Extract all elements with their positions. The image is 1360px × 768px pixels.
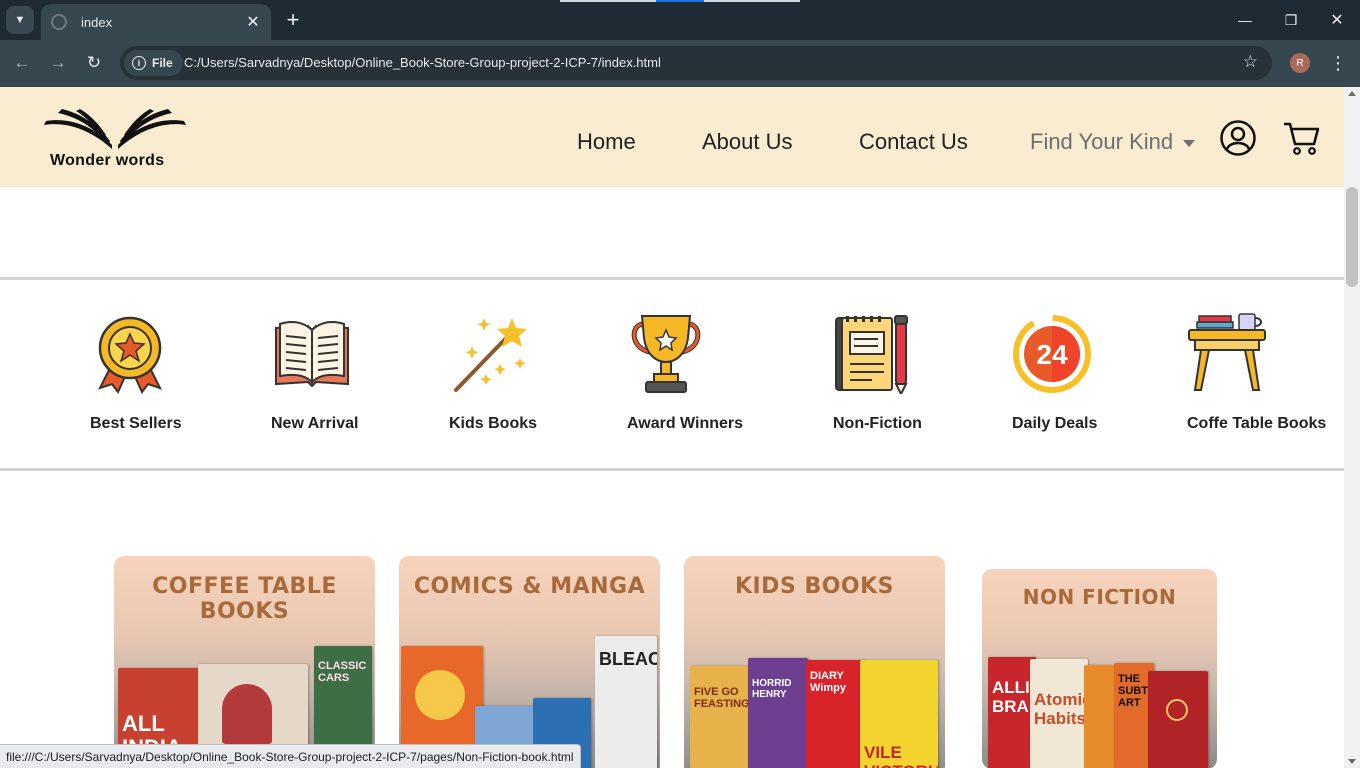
card-title: NON FICTION: [1022, 585, 1177, 609]
minimize-button[interactable]: —: [1233, 8, 1257, 32]
genre-card-kids-books[interactable]: KIDS BOOKS FIVE GO FEASTING HORRID HENRY D…: [684, 556, 945, 768]
book-cover: ALLI BRA: [988, 657, 1036, 768]
dropdown-label: Find Your Kind: [1030, 129, 1174, 154]
coffee-table-icon: [1188, 313, 1266, 391]
user-account-icon[interactable]: [1220, 120, 1256, 161]
browser-tab-bar: ▼ index ✕ + — ❐ ✕: [0, 0, 1360, 40]
genre-card-comics-manga[interactable]: COMICS & MANGA BLEACH: [399, 556, 660, 768]
trophy-icon: [631, 315, 701, 393]
category-label[interactable]: Award Winners: [627, 415, 743, 433]
info-icon: i: [132, 56, 146, 70]
browser-toolbar: ← → ↻ i File C:/Users/Sarvadnya/Desktop/…: [0, 40, 1360, 87]
link-status-bar: file:///C:/Users/Sarvadnya/Desktop/Onlin…: [0, 744, 581, 768]
bookmark-star-icon[interactable]: ☆: [1243, 52, 1258, 72]
forward-button[interactable]: →: [45, 50, 71, 76]
card-title: COFFEE TABLE BOOKS: [152, 574, 337, 624]
new-tab-button[interactable]: +: [281, 8, 305, 32]
svg-text:24: 24: [1036, 339, 1068, 370]
nav-home[interactable]: Home: [577, 129, 636, 155]
genre-card-coffee-table-books[interactable]: COFFEE TABLE BOOKS ALLINDIA WOMEN OF VIS…: [114, 556, 375, 768]
book-cover: BLEACH: [595, 636, 657, 768]
address-bar[interactable]: i File C:/Users/Sarvadnya/Desktop/Online…: [120, 46, 1272, 80]
category-best-sellers[interactable]: [40, 312, 220, 394]
category-award-winners[interactable]: [576, 312, 756, 394]
browser-tab[interactable]: index ✕: [41, 4, 271, 40]
notebook-pen-icon: [835, 315, 908, 394]
site-logo[interactable]: Wonder words: [40, 105, 190, 175]
scroll-down-icon[interactable]: [1348, 759, 1356, 764]
tab-strip-indicator-active: [656, 0, 704, 2]
category-label[interactable]: Kids Books: [449, 415, 537, 433]
profile-avatar[interactable]: R: [1290, 53, 1310, 73]
category-label[interactable]: Non-Fiction: [833, 415, 922, 433]
category-label[interactable]: Coffe Table Books: [1187, 415, 1326, 433]
tab-title: index: [81, 14, 113, 30]
book-cover: HORRID HENRY: [748, 658, 808, 768]
category-new-arrival[interactable]: [222, 312, 402, 394]
globe-icon: [51, 14, 67, 30]
status-url: file:///C:/Users/Sarvadnya/Desktop/Onlin…: [6, 749, 574, 764]
magic-wand-icon: [454, 318, 527, 392]
book-cover: VILEVICTORIANS: [860, 660, 938, 768]
logo-text: Wonder words: [50, 152, 165, 169]
tab-strip-indicator: [704, 0, 800, 2]
category-label[interactable]: Best Sellers: [90, 415, 182, 433]
book-cover: [1148, 671, 1208, 768]
open-book-logo-icon: [44, 109, 186, 149]
nav-about-us[interactable]: About Us: [702, 129, 793, 155]
nav-contact-us[interactable]: Contact Us: [859, 129, 968, 155]
shopping-cart-icon[interactable]: [1282, 120, 1320, 161]
category-coffee-table-books[interactable]: [1137, 312, 1317, 394]
close-tab-icon[interactable]: ✕: [243, 12, 263, 32]
restore-button[interactable]: ❐: [1279, 8, 1303, 32]
url-text[interactable]: C:/Users/Sarvadnya/Desktop/Online_Book-S…: [184, 55, 661, 70]
divider-top: [0, 277, 1344, 280]
divider-bottom: [0, 468, 1344, 471]
caret-down-icon: [1183, 139, 1196, 147]
site-info-chip[interactable]: i File: [124, 50, 183, 76]
reload-button[interactable]: ↻: [81, 50, 107, 76]
book-cover: FIVE GO FEASTING: [690, 666, 752, 768]
category-kids-books[interactable]: [400, 312, 580, 394]
category-label[interactable]: Daily Deals: [1012, 415, 1097, 433]
open-book-icon: [275, 321, 349, 388]
book-cover: DIARY Wimpy: [806, 660, 864, 768]
card-title: KIDS BOOKS: [734, 574, 895, 599]
scroll-up-icon[interactable]: [1348, 91, 1356, 96]
close-window-button[interactable]: ✕: [1325, 8, 1349, 32]
tab-strip-indicator: [560, 0, 656, 2]
medal-icon: [98, 316, 162, 394]
nav-find-your-kind-dropdown[interactable]: Find Your Kind: [1030, 129, 1196, 155]
category-non-fiction[interactable]: [782, 312, 962, 394]
page-scrollbar[interactable]: [1344, 87, 1360, 768]
book-cover: Atomic Habits: [1030, 659, 1088, 768]
genre-card-non-fiction[interactable]: NON FICTION ALLI BRA Atomic Habits THE SUBT…: [982, 569, 1217, 768]
site-header: Wonder words Home About Us Contact Us Fi…: [0, 87, 1344, 187]
scroll-thumb[interactable]: [1346, 187, 1358, 287]
site-info-label: File: [152, 56, 173, 70]
back-button[interactable]: ←: [9, 50, 35, 76]
tab-search-button[interactable]: ▼: [6, 6, 34, 34]
browser-menu-icon[interactable]: ⋮: [1328, 50, 1348, 76]
page-viewport: Wonder words Home About Us Contact Us Fi…: [0, 87, 1344, 768]
category-label[interactable]: New Arrival: [271, 415, 358, 433]
card-title: COMICS & MANGA: [413, 574, 646, 599]
category-daily-deals[interactable]: 24: [962, 312, 1142, 394]
24-hours-icon: 24: [1013, 315, 1091, 393]
